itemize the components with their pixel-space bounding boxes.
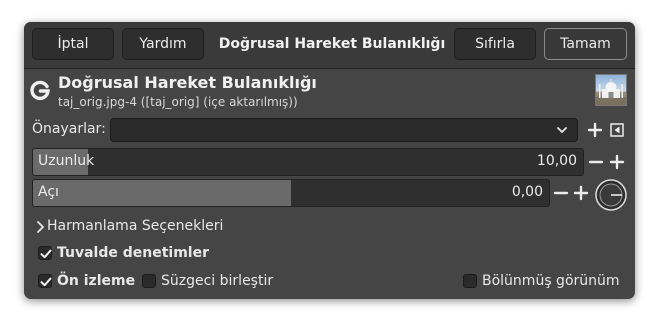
filter-subtitle: taj_orig.jpg-4 ([taj_orig] (içe aktarılm… — [58, 95, 298, 109]
angle-dial-icon[interactable] — [594, 178, 628, 212]
length-minus-icon[interactable] — [587, 153, 605, 171]
merge-filter-label: Süzgeci birleştir — [161, 273, 274, 289]
angle-minus-icon[interactable] — [552, 184, 570, 202]
preview-checkbox[interactable] — [38, 274, 52, 288]
dialog-title: Doğrusal Hareket Bulanıklığı — [218, 36, 446, 52]
split-view-checkbox[interactable] — [463, 274, 477, 288]
checkmark-icon — [40, 249, 52, 259]
filter-dialog: İptal Yardım Doğrusal Hareket Bulanıklığ… — [24, 22, 635, 299]
canvas-controls-label: Tuvalde denetimler — [57, 245, 209, 261]
preset-menu-icon[interactable] — [608, 121, 626, 139]
split-view-label: Bölünmüş görünüm — [482, 273, 620, 289]
presets-label: Önayarlar: — [32, 121, 106, 137]
blending-options-expander[interactable]: Harmanlama Seçenekleri — [47, 218, 223, 234]
angle-slider-value: 0,00 — [511, 184, 543, 200]
checkmark-icon — [40, 277, 52, 287]
cancel-button[interactable]: İptal — [32, 28, 114, 60]
presets-combo[interactable] — [110, 118, 578, 142]
angle-slider-fill — [33, 180, 291, 206]
angle-plus-icon[interactable] — [572, 184, 590, 202]
image-thumbnail — [595, 74, 627, 106]
angle-slider-label: Açı — [38, 184, 59, 200]
chevron-down-icon — [557, 127, 567, 133]
length-slider-value: 10,00 — [536, 153, 577, 169]
length-slider[interactable]: Uzunluk 10,00 — [32, 148, 584, 176]
gegl-g-icon — [30, 80, 50, 101]
length-plus-icon[interactable] — [608, 153, 626, 171]
preview-label: Ön izleme — [57, 273, 136, 289]
chevron-right-icon[interactable] — [35, 220, 47, 234]
help-button[interactable]: Yardım — [122, 28, 204, 60]
filter-title: Doğrusal Hareket Bulanıklığı — [58, 73, 317, 92]
reset-button[interactable]: Sıfırla — [454, 28, 536, 60]
merge-filter-checkbox[interactable] — [142, 274, 156, 288]
length-slider-label: Uzunluk — [38, 153, 95, 169]
ok-button[interactable]: Tamam — [544, 28, 627, 60]
canvas-controls-checkbox[interactable] — [38, 246, 52, 260]
angle-slider[interactable]: Açı 0,00 — [32, 179, 550, 207]
add-preset-icon[interactable] — [586, 121, 604, 139]
dialog-header: İptal Yardım Doğrusal Hareket Bulanıklığ… — [24, 22, 635, 69]
